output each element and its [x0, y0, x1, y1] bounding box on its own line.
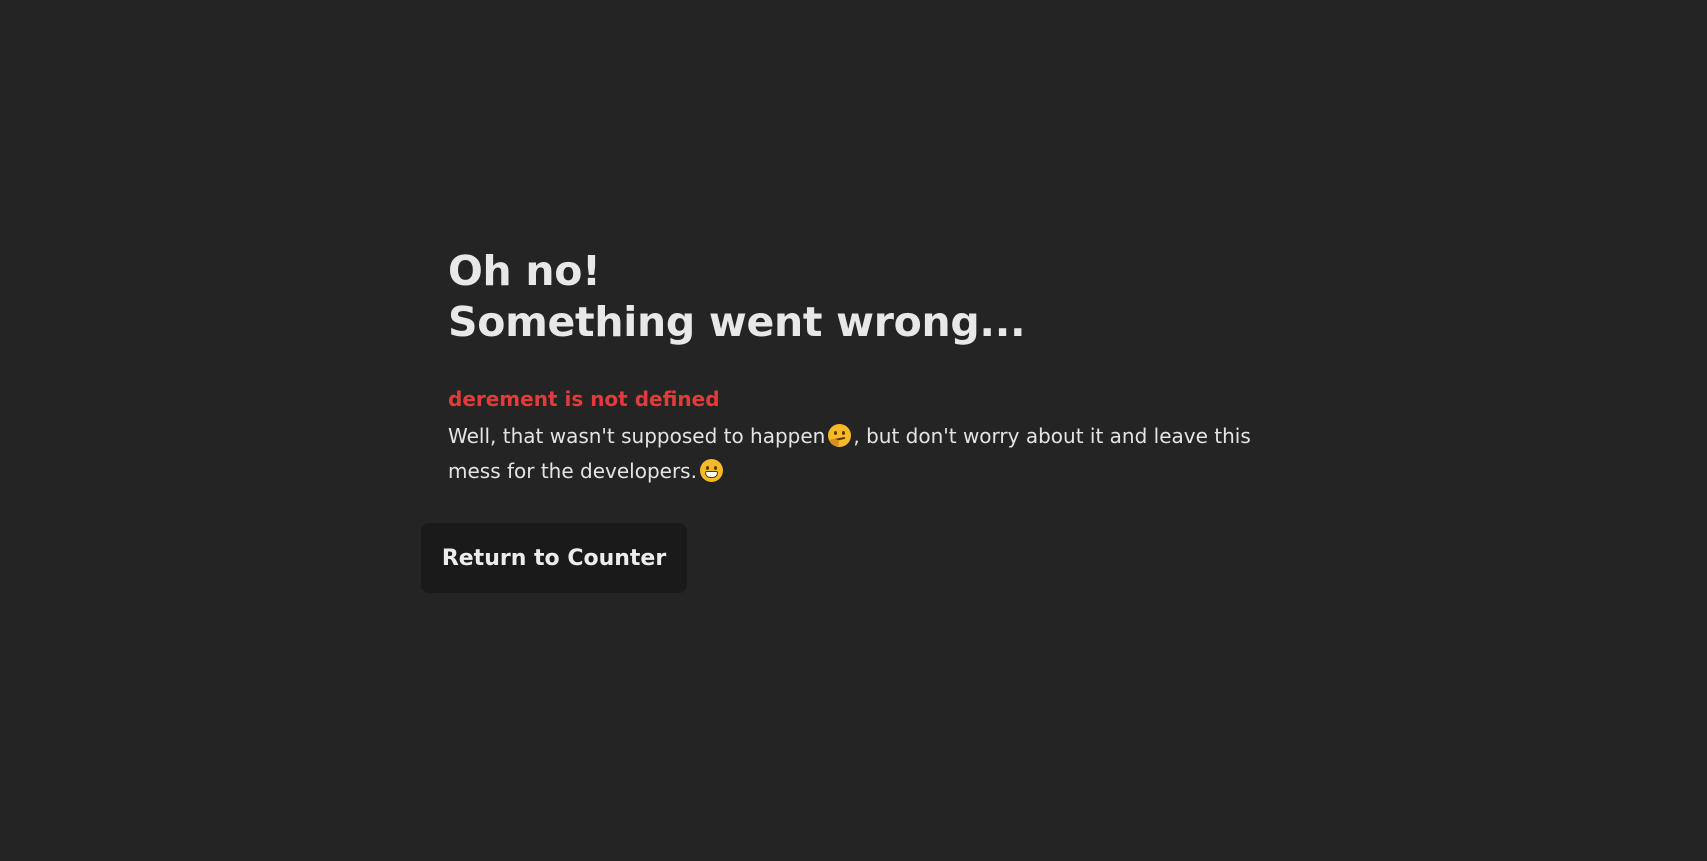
return-to-counter-button[interactable]: Return to Counter [421, 523, 687, 593]
grinning-face-icon [699, 459, 723, 482]
title-line-1: Oh no! [448, 247, 601, 295]
title-line-2: Something went wrong... [448, 298, 1026, 346]
error-page: Oh no! Something went wrong... derement … [0, 0, 1707, 861]
thinking-face-icon [828, 424, 852, 447]
description-text-1: Well, that wasn't supposed to happen [448, 424, 826, 448]
error-description: Well, that wasn't supposed to happen, bu… [448, 419, 1263, 489]
error-message: derement is not defined [448, 387, 720, 411]
error-panel: Oh no! Something went wrong... derement … [448, 246, 1288, 489]
page-title: Oh no! Something went wrong... [448, 246, 1288, 348]
